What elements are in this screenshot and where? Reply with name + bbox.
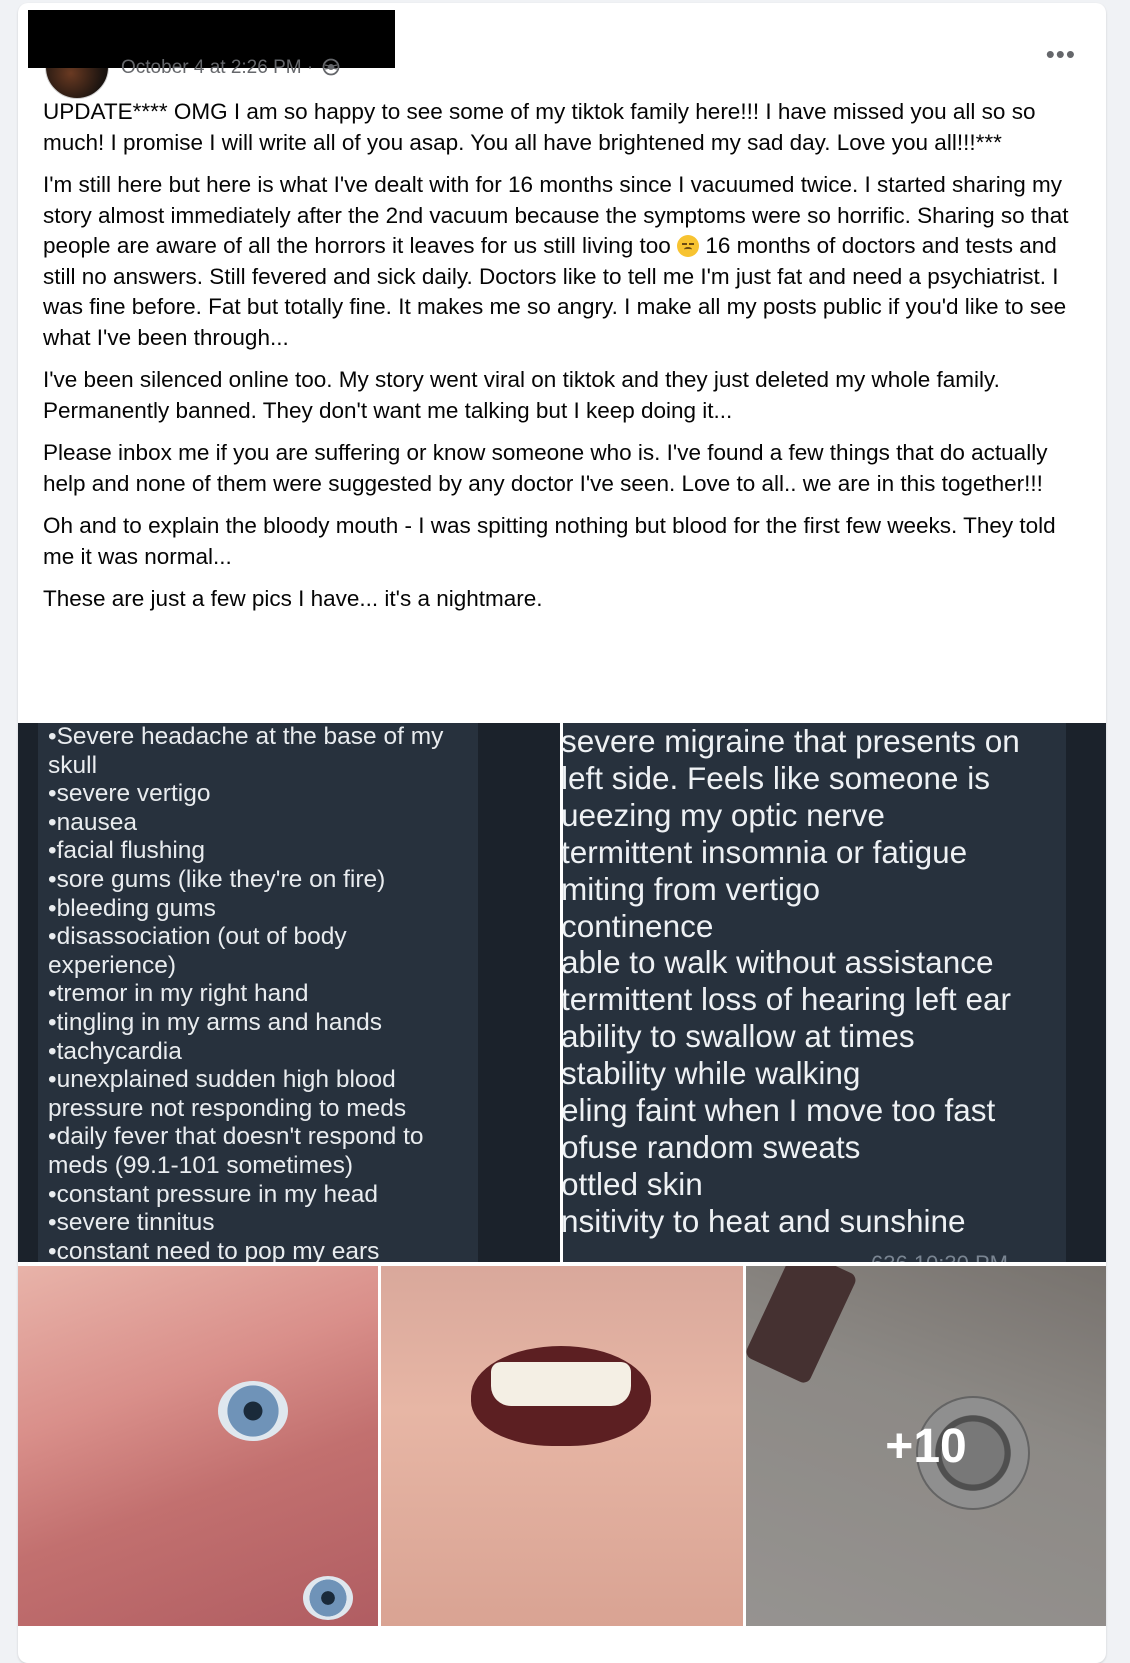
symptom-item: •daily fever that doesn't respond to med… [48, 1123, 424, 1179]
post-body: UPDATE**** OMG I am so happy to see some… [43, 97, 1093, 627]
symptom-item: •facial flushing [48, 837, 206, 865]
symptom-item: ottled skin [563, 1165, 703, 1202]
symptom-item: able to walk without assistance [563, 944, 994, 981]
symptom-list-2: severe migraine that presents on left si… [563, 723, 1081, 1240]
symptom-item: severe migraine that presents on [563, 723, 1020, 759]
symptom-item: •nausea [48, 808, 137, 836]
symptom-item: ofuse random sweats [563, 1128, 861, 1165]
post-paragraph: Please inbox me if you are suffering or … [43, 440, 1048, 496]
post-paragraph: I'm still here but here is what I've dea… [43, 172, 1069, 350]
message-footer: 636 10:30 PM [871, 1251, 1008, 1262]
post-timestamp[interactable]: October 4 at 2:26 PM · [121, 57, 318, 78]
symptom-item: continence [563, 907, 714, 944]
symptom-item: •constant need to pop my ears [48, 1237, 380, 1262]
symptom-item: miting from vertigo [563, 870, 821, 907]
symptom-list-1: •Severe headache at the base of my skull… [48, 723, 468, 1262]
symptom-item: •tachycardia [48, 1037, 182, 1065]
post-paragraph: UPDATE**** OMG I am so happy to see some… [43, 99, 1036, 155]
symptom-item: ability to swallow at times [563, 1018, 915, 1055]
symptom-item: left side. Feels like someone is [563, 759, 990, 796]
symptom-item: ueezing my optic nerve [563, 796, 885, 833]
post-paragraph: These are just a few pics I have... it's… [43, 586, 543, 611]
post-paragraph: I've been silenced online too. My story … [43, 367, 1000, 423]
photo-eye[interactable] [18, 1266, 378, 1626]
globe-icon [322, 58, 340, 82]
post-meta: October 4 at 2:26 PM · [121, 57, 340, 82]
photo-bloody-gums[interactable] [381, 1266, 743, 1626]
symptom-item: •bleeding gums [48, 894, 216, 922]
post-paragraph: Oh and to explain the bloody mouth - I w… [43, 513, 1056, 569]
symptom-item: •sore gums (like they're on fire) [48, 865, 386, 893]
symptom-item: stability while walking [563, 1055, 861, 1092]
symptom-item: •Severe headache at the base of my skull [48, 723, 444, 779]
more-photos-overlay[interactable]: +10 [746, 1266, 1106, 1626]
symptom-item: •tingling in my arms and hands [48, 1008, 383, 1036]
photo-grid: •Severe headache at the base of my skull… [18, 723, 1106, 1663]
symptom-item: •constant pressure in my head [48, 1180, 378, 1208]
symptom-item: eling faint when I move too fast [563, 1092, 996, 1129]
symptom-item: •severe vertigo [48, 780, 211, 808]
symptom-item: •unexplained sudden high blood pressure … [48, 1066, 407, 1122]
more-options-button[interactable]: ••• [1046, 39, 1076, 70]
symptom-item: •severe tinnitus [48, 1209, 215, 1237]
symptom-item: termittent loss of hearing left ear [563, 981, 1011, 1018]
symptom-item: nsitivity to heat and sunshine [563, 1202, 966, 1239]
photo-symptom-list-1[interactable]: •Severe headache at the base of my skull… [18, 723, 560, 1262]
symptom-item: •disassociation (out of body experience) [48, 923, 347, 979]
symptom-item: •tremor in my right hand [48, 980, 309, 1008]
symptom-item: termittent insomnia or fatigue [563, 833, 968, 870]
post-card: October 4 at 2:26 PM · ••• UPDATE**** OM… [18, 3, 1106, 1663]
photo-sink[interactable]: +10 [746, 1266, 1106, 1626]
pensive-face-icon [677, 235, 700, 257]
photo-symptom-list-2[interactable]: severe migraine that presents on left si… [563, 723, 1106, 1262]
